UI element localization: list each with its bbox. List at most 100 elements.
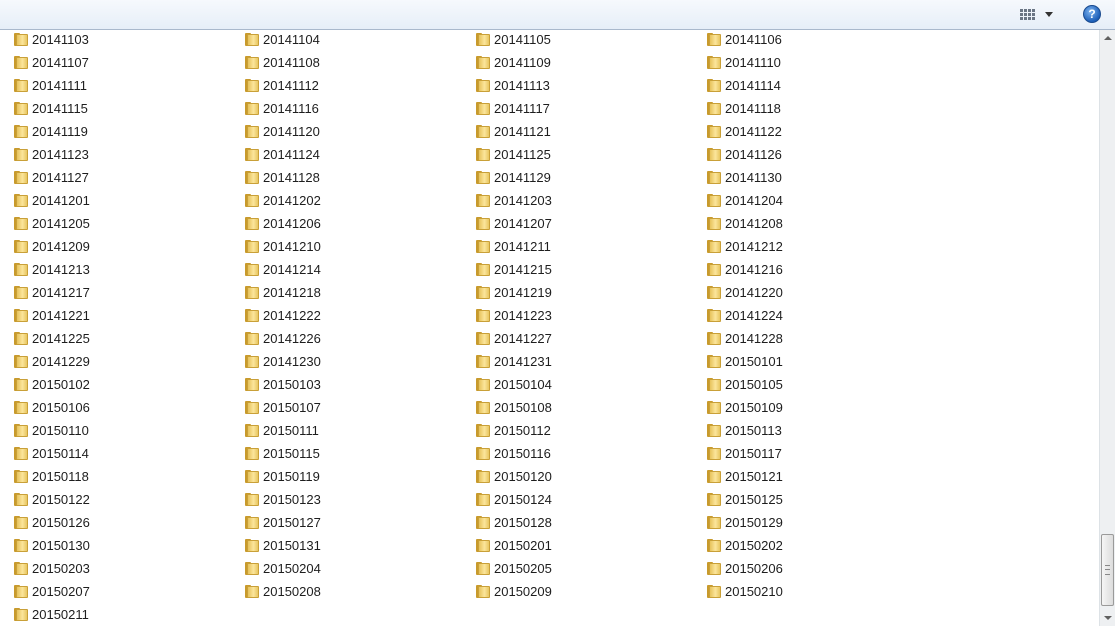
scroll-up-button[interactable] xyxy=(1100,30,1115,46)
folder-item[interactable]: 20141117 xyxy=(475,98,550,118)
folder-item[interactable]: 20150116 xyxy=(475,443,551,463)
folder-item[interactable]: 20150203 xyxy=(13,558,90,578)
folder-item[interactable]: 20150101 xyxy=(706,351,783,371)
folder-item[interactable]: 20150107 xyxy=(244,397,321,417)
folder-item[interactable]: 20150105 xyxy=(706,374,783,394)
folder-item[interactable]: 20141125 xyxy=(475,144,551,164)
folder-item[interactable]: 20150208 xyxy=(244,581,321,601)
folder-item[interactable]: 20141123 xyxy=(13,144,89,164)
scroll-down-button[interactable] xyxy=(1100,610,1115,626)
folder-item[interactable]: 20141202 xyxy=(244,190,321,210)
folder-item[interactable]: 20150114 xyxy=(13,443,89,463)
folder-item[interactable]: 20150205 xyxy=(475,558,552,578)
change-view-button[interactable] xyxy=(1016,4,1058,24)
folder-item[interactable]: 20150122 xyxy=(13,489,90,509)
folder-item[interactable]: 20150102 xyxy=(13,374,90,394)
folder-item[interactable]: 20150111 xyxy=(244,420,319,440)
folder-item[interactable]: 20141213 xyxy=(13,259,90,279)
folder-item[interactable]: 20141128 xyxy=(244,167,320,187)
folder-item[interactable]: 20141129 xyxy=(475,167,551,187)
folder-item[interactable]: 20141118 xyxy=(706,98,781,118)
folder-item[interactable]: 20141127 xyxy=(13,167,89,187)
folder-item[interactable]: 20150131 xyxy=(244,535,321,555)
folder-item[interactable]: 20150113 xyxy=(706,420,782,440)
folder-item[interactable]: 20150201 xyxy=(475,535,552,555)
folder-item[interactable]: 20141220 xyxy=(706,282,783,302)
folder-item[interactable]: 20141113 xyxy=(475,75,550,95)
folder-item[interactable]: 20150119 xyxy=(244,466,320,486)
folder-item[interactable]: 20141229 xyxy=(13,351,90,371)
folder-item[interactable]: 20141116 xyxy=(244,98,319,118)
folder-item[interactable]: 20141108 xyxy=(244,52,320,72)
folder-item[interactable]: 20141208 xyxy=(706,213,783,233)
folder-item[interactable]: 20141126 xyxy=(706,144,782,164)
folder-item[interactable]: 20141224 xyxy=(706,305,783,325)
folder-item[interactable]: 20141216 xyxy=(706,259,783,279)
folder-item[interactable]: 20141228 xyxy=(706,328,783,348)
folder-item[interactable]: 20141219 xyxy=(475,282,552,302)
folder-item[interactable]: 20141230 xyxy=(244,351,321,371)
folder-item[interactable]: 20150110 xyxy=(13,420,89,440)
folder-item[interactable]: 20141114 xyxy=(706,75,781,95)
folder-item[interactable]: 20141111 xyxy=(13,75,87,95)
folder-item[interactable]: 20141105 xyxy=(475,30,551,49)
folder-item[interactable]: 20141206 xyxy=(244,213,321,233)
folder-item[interactable]: 20141205 xyxy=(13,213,90,233)
scrollbar-thumb[interactable] xyxy=(1101,534,1114,606)
folder-item[interactable]: 20141109 xyxy=(475,52,551,72)
folder-item[interactable]: 20150210 xyxy=(706,581,783,601)
folder-item[interactable]: 20150125 xyxy=(706,489,783,509)
folder-item[interactable]: 20141227 xyxy=(475,328,552,348)
folder-item[interactable]: 20150126 xyxy=(13,512,90,532)
folder-item[interactable]: 20141215 xyxy=(475,259,552,279)
folder-item[interactable]: 20150130 xyxy=(13,535,90,555)
folder-item[interactable]: 20150108 xyxy=(475,397,552,417)
folder-item[interactable]: 20150121 xyxy=(706,466,783,486)
folder-item[interactable]: 20141112 xyxy=(244,75,319,95)
folder-item[interactable]: 20141119 xyxy=(13,121,88,141)
folder-item[interactable]: 20141124 xyxy=(244,144,320,164)
folder-item[interactable]: 20150123 xyxy=(244,489,321,509)
folder-item[interactable]: 20150209 xyxy=(475,581,552,601)
folder-item[interactable]: 20141106 xyxy=(706,30,782,49)
folder-item[interactable]: 20141201 xyxy=(13,190,90,210)
folder-item[interactable]: 20141211 xyxy=(475,236,551,256)
folder-item[interactable]: 20141231 xyxy=(475,351,552,371)
folder-item[interactable]: 20141104 xyxy=(244,30,320,49)
folder-item[interactable]: 20141225 xyxy=(13,328,90,348)
folder-item[interactable]: 20150124 xyxy=(475,489,552,509)
folder-item[interactable]: 20141226 xyxy=(244,328,321,348)
folder-item[interactable]: 20150127 xyxy=(244,512,321,532)
folder-item[interactable]: 20150104 xyxy=(475,374,552,394)
folder-item[interactable]: 20150129 xyxy=(706,512,783,532)
folder-item[interactable]: 20141203 xyxy=(475,190,552,210)
folder-item[interactable]: 20141209 xyxy=(13,236,90,256)
folder-item[interactable]: 20150204 xyxy=(244,558,321,578)
folder-item[interactable]: 20141210 xyxy=(244,236,321,256)
folder-item[interactable]: 20141110 xyxy=(706,52,781,72)
folder-item[interactable]: 20150207 xyxy=(13,581,90,601)
folder-item[interactable]: 20141221 xyxy=(13,305,90,325)
folder-item[interactable]: 20141223 xyxy=(475,305,552,325)
folder-item[interactable]: 20141122 xyxy=(706,121,782,141)
chevron-down-icon[interactable] xyxy=(1045,11,1053,17)
folder-item[interactable]: 20141115 xyxy=(13,98,88,118)
folder-item[interactable]: 20141107 xyxy=(13,52,89,72)
folder-item[interactable]: 20141222 xyxy=(244,305,321,325)
folder-item[interactable]: 20141120 xyxy=(244,121,320,141)
help-button[interactable]: ? xyxy=(1083,5,1101,23)
folder-item[interactable]: 20150118 xyxy=(13,466,89,486)
folder-item[interactable]: 20141217 xyxy=(13,282,90,302)
folder-item[interactable]: 20141214 xyxy=(244,259,321,279)
folder-item[interactable]: 20150120 xyxy=(475,466,552,486)
folder-item[interactable]: 20150211 xyxy=(13,604,89,624)
folder-item[interactable]: 20150112 xyxy=(475,420,551,440)
folder-item[interactable]: 20150117 xyxy=(706,443,782,463)
folder-item[interactable]: 20141207 xyxy=(475,213,552,233)
folder-item[interactable]: 20141212 xyxy=(706,236,783,256)
folder-item[interactable]: 20141218 xyxy=(244,282,321,302)
folder-item[interactable]: 20150115 xyxy=(244,443,320,463)
folder-item[interactable]: 20141204 xyxy=(706,190,783,210)
vertical-scrollbar[interactable] xyxy=(1099,30,1115,626)
folder-item[interactable]: 20150103 xyxy=(244,374,321,394)
